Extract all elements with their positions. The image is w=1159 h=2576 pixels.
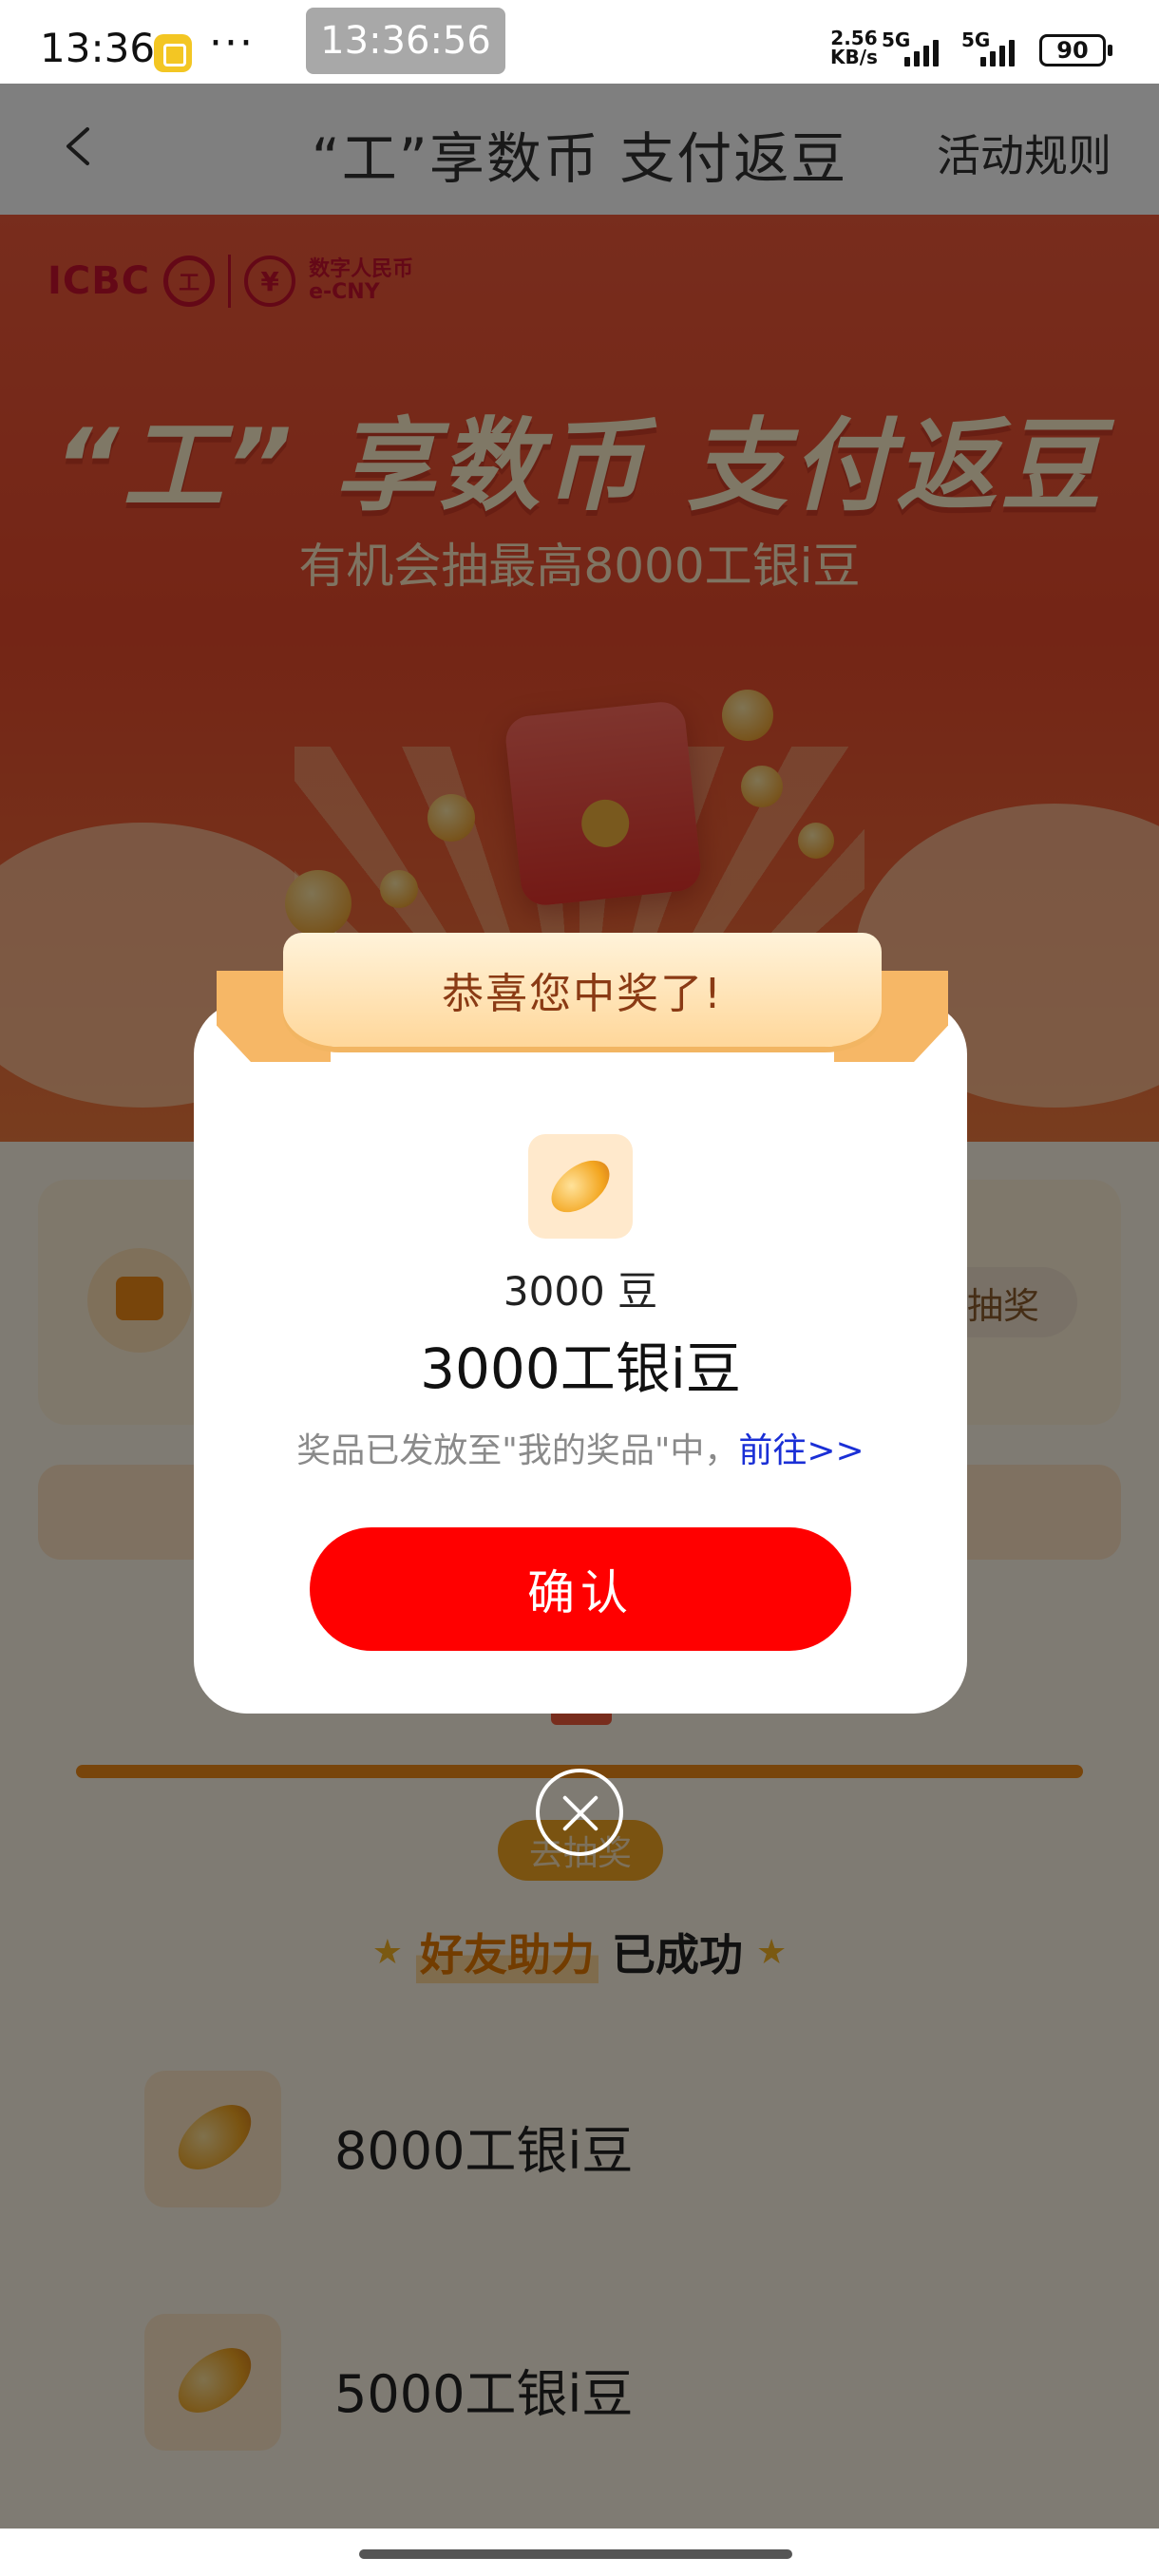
home-indicator: [0, 2529, 1159, 2576]
ribbon-banner: 恭喜您中奖了!: [283, 933, 882, 1047]
network-speed-value: 2.56: [830, 27, 878, 49]
bean-icon: [528, 1134, 633, 1239]
more-notifications-icon: ···: [209, 19, 255, 67]
prize-amount: 3000 豆: [503, 1268, 658, 1315]
prize-modal: 3000 豆 3000工银i豆 奖品已发放至"我的奖品"中，前往>> 确认: [194, 1001, 967, 1714]
prize-delivery-note: 奖品已发放至"我的奖品"中，前往>>: [194, 1423, 967, 1472]
network-speed-unit: KB/s: [830, 46, 878, 68]
network-speed: 2.56 KB/s: [830, 28, 878, 66]
status-bar: 13:36 ··· 13:36:56 2.56 KB/s 5G 5G 90: [0, 0, 1159, 84]
confirm-button[interactable]: 确认: [310, 1527, 851, 1651]
prize-note-text: 奖品已发放至"我的奖品"中，: [296, 1431, 739, 1470]
notification-app-icon: [154, 34, 192, 72]
signal-icon-2: [980, 38, 1015, 66]
prize-title: 3000工银i豆: [420, 1336, 741, 1401]
congrats-text: 恭喜您中奖了!: [442, 970, 723, 1018]
close-icon[interactable]: [536, 1769, 623, 1856]
battery-icon: 90: [1039, 34, 1112, 66]
signal-icon: [904, 38, 939, 66]
go-to-prizes-link[interactable]: 前往>>: [738, 1431, 864, 1470]
congrats-ribbon: 恭喜您中奖了!: [217, 933, 948, 1085]
status-time: 13:36: [40, 25, 156, 71]
screen-clock: 13:36:56: [306, 8, 505, 74]
